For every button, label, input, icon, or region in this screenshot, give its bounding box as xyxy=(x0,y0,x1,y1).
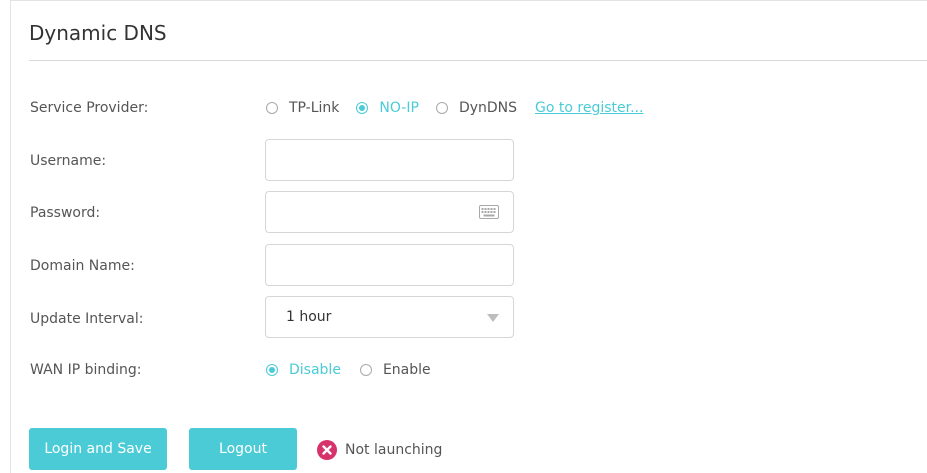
radio-label: DynDNS xyxy=(458,100,518,116)
service-provider-radio-group: TP-Link NO-IP DynDNS Go to register... xyxy=(266,98,643,118)
username-input[interactable] xyxy=(266,140,484,180)
domain-name-field-box xyxy=(265,244,514,286)
wan-ip-binding-label: WAN IP binding: xyxy=(30,362,142,378)
logout-button[interactable]: Logout xyxy=(189,428,297,470)
radio-circle xyxy=(266,102,278,114)
page-title: Dynamic DNS xyxy=(29,21,167,45)
login-and-save-button[interactable]: Login and Save xyxy=(29,428,167,470)
status-text: Not launching xyxy=(345,442,443,458)
password-label: Password: xyxy=(30,205,101,221)
radio-dyndns[interactable]: DynDNS xyxy=(435,100,518,116)
radio-circle xyxy=(359,364,372,376)
radio-label: NO-IP xyxy=(379,100,419,116)
radio-disable[interactable]: Disable xyxy=(266,362,341,378)
update-interval-label: Update Interval: xyxy=(30,311,144,327)
radio-label: Enable xyxy=(382,362,431,378)
error-x-icon xyxy=(317,440,337,460)
domain-name-label: Domain Name: xyxy=(30,258,135,274)
username-field-box xyxy=(265,139,514,181)
go-to-register-link[interactable]: Go to register... xyxy=(535,100,643,116)
radio-enable[interactable]: Enable xyxy=(359,362,431,378)
username-label: Username: xyxy=(30,153,107,169)
radio-circle xyxy=(266,364,278,376)
domain-name-input[interactable] xyxy=(266,245,484,285)
password-field-box xyxy=(265,191,514,233)
dynamic-dns-panel: Dynamic DNS Service Provider: TP-Link NO… xyxy=(10,0,927,473)
radio-circle xyxy=(435,102,448,114)
chevron-down-icon xyxy=(487,314,499,322)
radio-label: Disable xyxy=(289,362,341,378)
wan-ip-binding-radio-group: Disable Enable xyxy=(266,360,448,380)
password-input[interactable] xyxy=(266,192,484,232)
title-divider xyxy=(29,60,927,61)
radio-circle xyxy=(356,102,369,114)
radio-tp-link[interactable]: TP-Link xyxy=(266,100,339,116)
keyboard-icon[interactable] xyxy=(479,205,499,219)
radio-label: TP-Link xyxy=(289,100,340,116)
radio-no-ip[interactable]: NO-IP xyxy=(356,100,419,116)
status-indicator: Not launching xyxy=(317,440,442,460)
update-interval-select[interactable]: 1 hour xyxy=(265,296,514,338)
update-interval-value: 1 hour xyxy=(286,309,332,325)
service-provider-label: Service Provider: xyxy=(30,100,149,116)
